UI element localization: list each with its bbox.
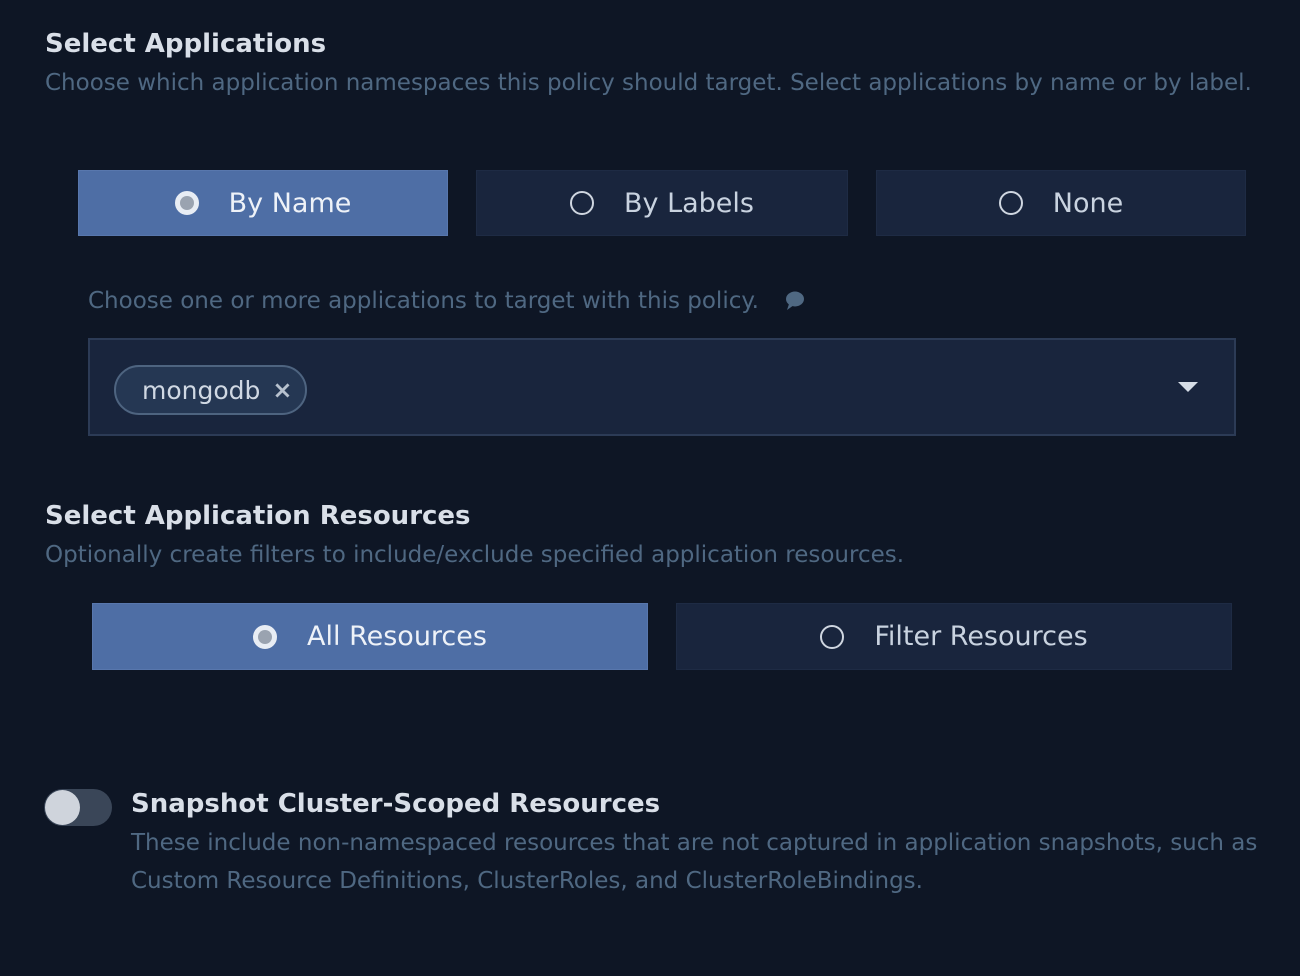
option-none-label: None — [1052, 187, 1124, 219]
option-by-name-label: By Name — [228, 187, 352, 219]
option-filter-resources[interactable]: Filter Resources — [676, 603, 1232, 670]
radio-unselected-icon — [820, 624, 845, 649]
cluster-scoped-description: These include non-namespaced resources t… — [131, 830, 1258, 894]
option-filter-resources-label: Filter Resources — [874, 621, 1088, 652]
radio-selected-icon — [253, 624, 278, 649]
speech-bubble-icon[interactable] — [783, 290, 805, 312]
radio-unselected-icon — [998, 191, 1023, 215]
option-none[interactable]: None — [876, 170, 1246, 236]
caret-down-icon[interactable] — [1178, 382, 1198, 392]
select-resources-title: Select Application Resources — [45, 501, 471, 531]
option-by-labels-label: By Labels — [624, 187, 754, 219]
radio-unselected-icon — [570, 191, 594, 215]
option-by-labels[interactable]: By Labels — [476, 170, 848, 236]
policy-scope-form: Select Applications Choose which applica… — [0, 0, 1300, 976]
cluster-scoped-toggle[interactable] — [44, 789, 112, 826]
applications-hint: Choose one or more applications to targe… — [88, 288, 805, 314]
select-applications-title: Select Applications — [45, 29, 327, 59]
applications-multiselect[interactable]: mongodb × — [88, 338, 1236, 436]
option-by-name[interactable]: By Name — [78, 170, 448, 236]
toggle-knob — [45, 790, 80, 825]
option-all-resources-label: All Resources — [307, 621, 487, 652]
applications-hint-text: Choose one or more applications to targe… — [88, 288, 759, 314]
selected-app-chip: mongodb × — [114, 365, 307, 415]
select-resources-description: Optionally create filters to include/exc… — [45, 542, 905, 568]
radio-selected-icon — [174, 191, 199, 215]
select-applications-description: Choose which application namespaces this… — [45, 70, 1252, 96]
chip-label: mongodb — [142, 375, 261, 405]
option-all-resources[interactable]: All Resources — [92, 603, 648, 670]
remove-chip-icon[interactable]: × — [272, 378, 292, 402]
cluster-scoped-title: Snapshot Cluster-Scoped Resources — [131, 789, 661, 819]
